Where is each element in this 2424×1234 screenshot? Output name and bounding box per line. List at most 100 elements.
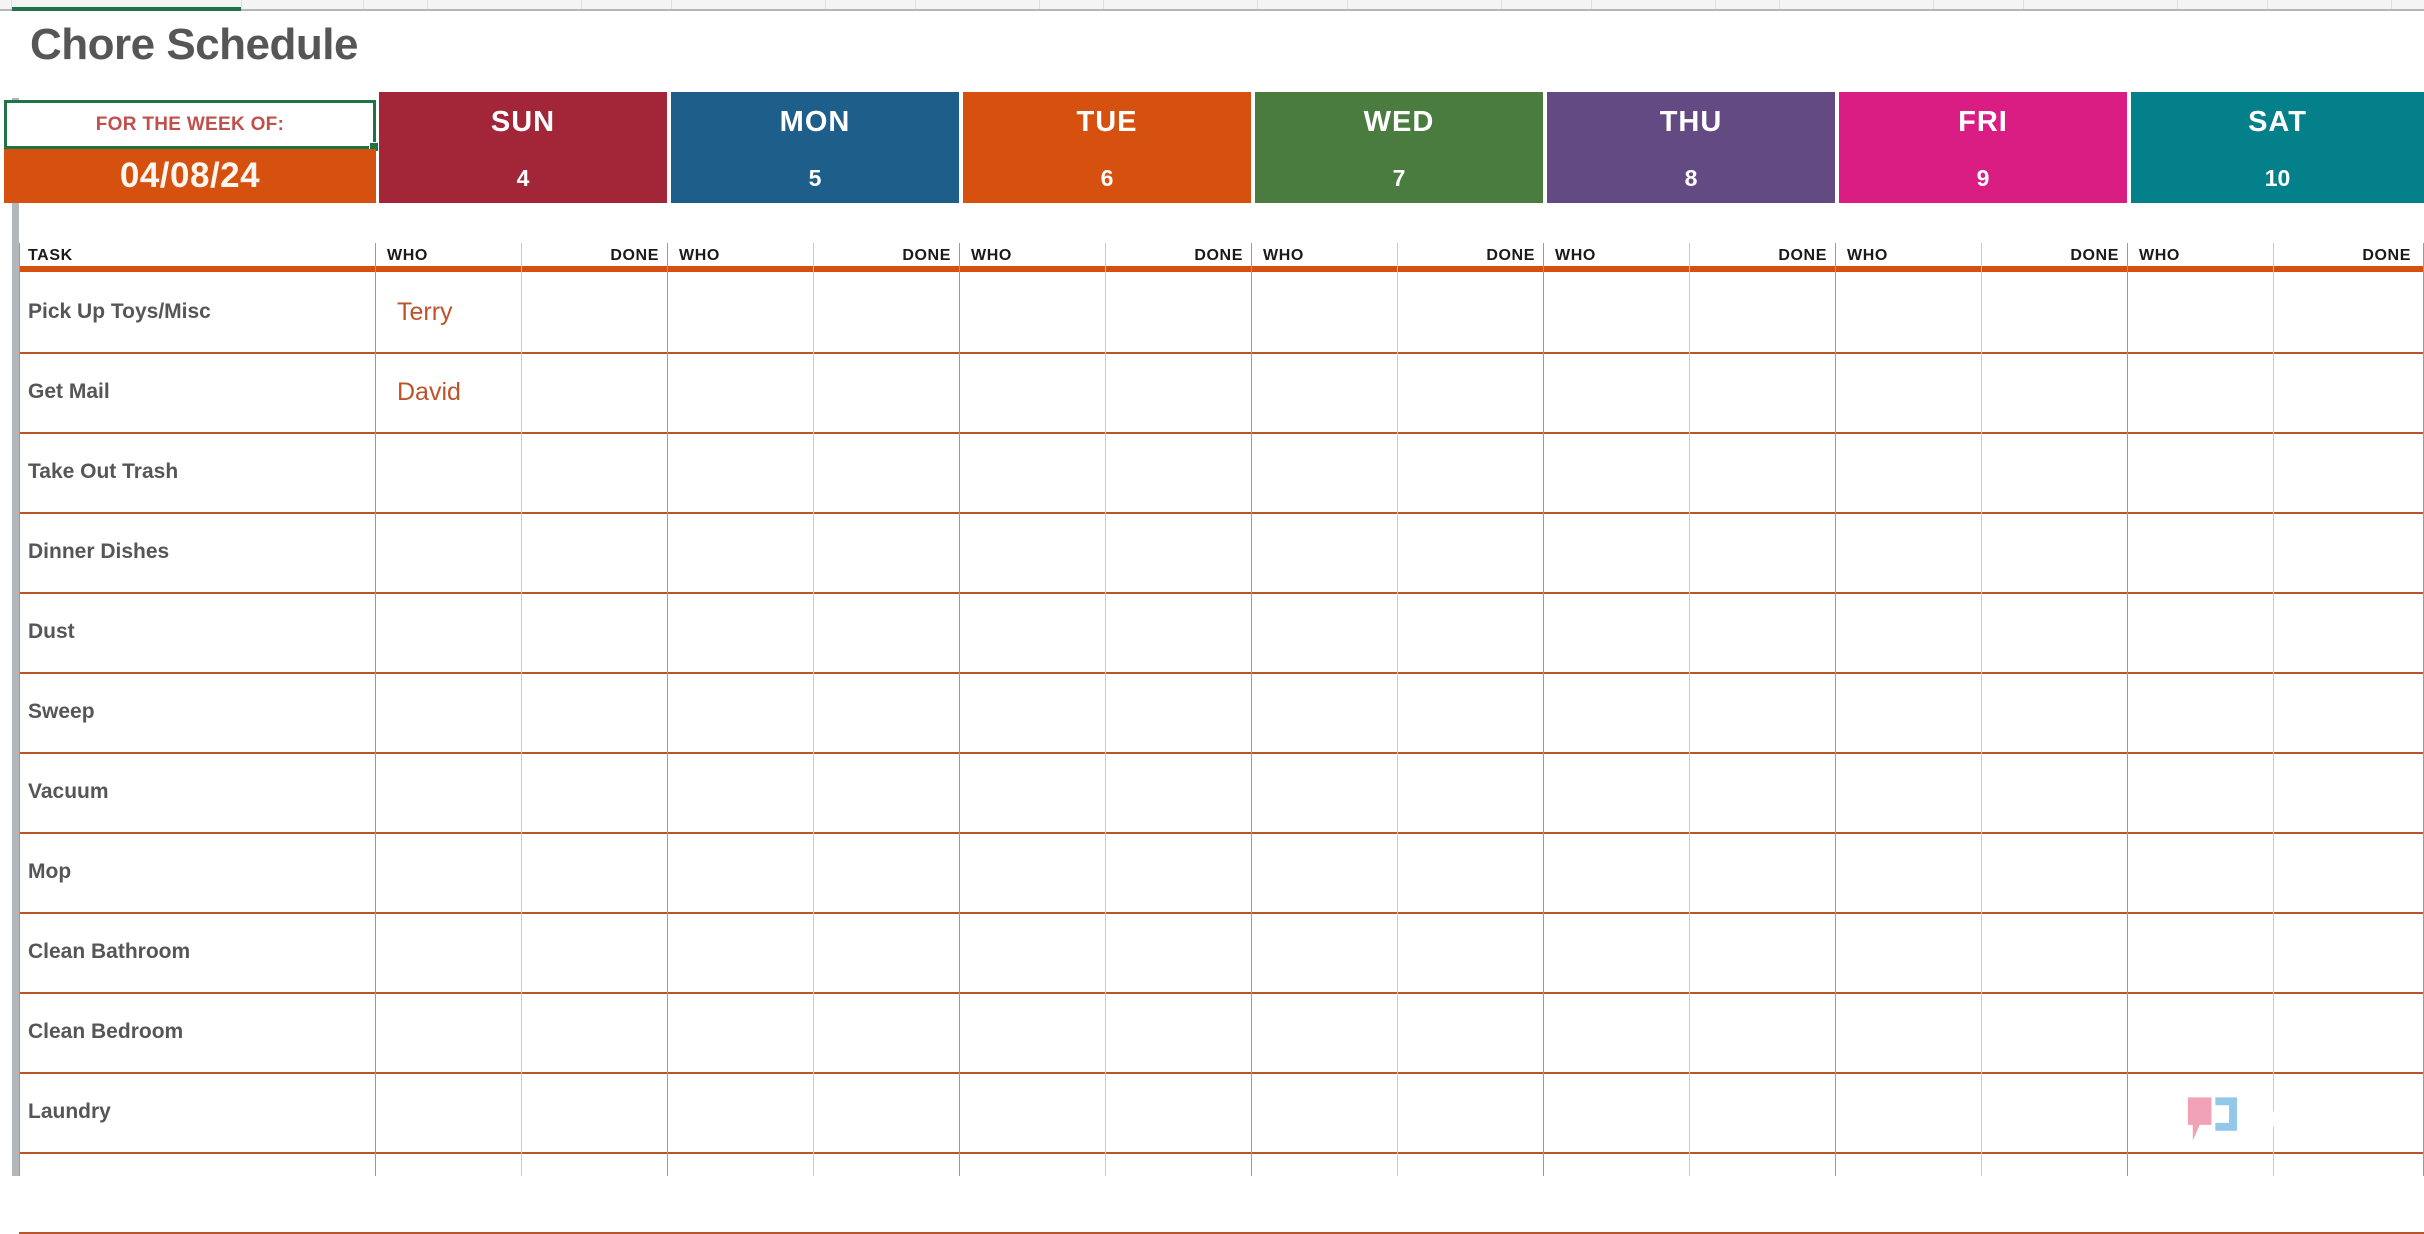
who-cell[interactable] <box>963 1152 1109 1232</box>
who-cell[interactable] <box>2131 672 2277 752</box>
who-cell[interactable] <box>1547 912 1693 992</box>
who-cell[interactable] <box>1255 272 1401 352</box>
done-cell[interactable] <box>1693 992 1839 1072</box>
who-cell[interactable] <box>963 992 1109 1072</box>
done-cell[interactable] <box>525 752 671 832</box>
done-cell[interactable] <box>2277 832 2423 912</box>
done-cell[interactable] <box>1401 832 1547 912</box>
who-cell[interactable] <box>1547 272 1693 352</box>
task-name-cell[interactable]: Mop <box>28 832 368 912</box>
who-cell[interactable] <box>1547 352 1693 432</box>
done-cell[interactable] <box>1109 752 1255 832</box>
done-cell[interactable] <box>2277 1152 2423 1232</box>
done-cell[interactable] <box>1693 512 1839 592</box>
task-name-cell[interactable]: Vacuum <box>28 752 368 832</box>
who-cell[interactable] <box>963 752 1109 832</box>
who-cell[interactable] <box>671 1072 817 1152</box>
who-cell[interactable] <box>379 752 525 832</box>
who-cell[interactable] <box>2131 512 2277 592</box>
done-cell[interactable] <box>1109 592 1255 672</box>
done-cell[interactable] <box>1693 1072 1839 1152</box>
done-cell[interactable] <box>1985 592 2131 672</box>
who-cell[interactable] <box>963 672 1109 752</box>
who-cell[interactable] <box>1547 432 1693 512</box>
done-cell[interactable] <box>1693 912 1839 992</box>
who-cell[interactable]: Terry <box>379 272 525 352</box>
done-cell[interactable] <box>1401 1072 1547 1152</box>
done-cell[interactable] <box>817 512 963 592</box>
done-cell[interactable] <box>525 592 671 672</box>
who-cell[interactable] <box>1255 752 1401 832</box>
who-cell[interactable] <box>963 912 1109 992</box>
done-cell[interactable] <box>817 912 963 992</box>
done-cell[interactable] <box>1109 512 1255 592</box>
done-cell[interactable] <box>1109 1152 1255 1232</box>
done-cell[interactable] <box>1985 912 2131 992</box>
done-cell[interactable] <box>1985 432 2131 512</box>
done-cell[interactable] <box>1693 832 1839 912</box>
done-cell[interactable] <box>2277 352 2423 432</box>
who-cell[interactable] <box>671 1152 817 1232</box>
done-cell[interactable] <box>1693 592 1839 672</box>
done-cell[interactable] <box>1401 352 1547 432</box>
who-cell[interactable] <box>671 752 817 832</box>
who-cell[interactable] <box>1547 1152 1693 1232</box>
who-cell[interactable] <box>1255 1152 1401 1232</box>
task-name-cell[interactable]: Get Mail <box>28 352 368 432</box>
who-cell[interactable] <box>379 1152 525 1232</box>
task-name-cell[interactable] <box>28 1152 368 1232</box>
who-cell[interactable] <box>963 512 1109 592</box>
who-cell[interactable] <box>963 432 1109 512</box>
done-cell[interactable] <box>1401 672 1547 752</box>
who-cell[interactable] <box>671 672 817 752</box>
task-name-cell[interactable]: Clean Bathroom <box>28 912 368 992</box>
done-cell[interactable] <box>2277 672 2423 752</box>
done-cell[interactable] <box>1401 592 1547 672</box>
who-cell[interactable] <box>1255 912 1401 992</box>
who-cell[interactable] <box>1839 1152 1985 1232</box>
who-cell[interactable] <box>963 1072 1109 1152</box>
done-cell[interactable] <box>2277 752 2423 832</box>
who-cell[interactable] <box>1839 752 1985 832</box>
who-cell[interactable] <box>2131 832 2277 912</box>
done-cell[interactable] <box>2277 592 2423 672</box>
done-cell[interactable] <box>525 272 671 352</box>
done-cell[interactable] <box>525 672 671 752</box>
who-cell[interactable] <box>2131 912 2277 992</box>
task-name-cell[interactable]: Pick Up Toys/Misc <box>28 272 368 352</box>
who-cell[interactable] <box>671 272 817 352</box>
task-name-cell[interactable]: Sweep <box>28 672 368 752</box>
done-cell[interactable] <box>1109 672 1255 752</box>
done-cell[interactable] <box>525 512 671 592</box>
done-cell[interactable] <box>1985 992 2131 1072</box>
who-cell[interactable] <box>379 672 525 752</box>
who-cell[interactable] <box>1839 832 1985 912</box>
done-cell[interactable] <box>817 1152 963 1232</box>
done-cell[interactable] <box>817 592 963 672</box>
who-cell[interactable] <box>1839 912 1985 992</box>
day-header-sun[interactable]: SUN4 <box>379 92 667 203</box>
done-cell[interactable] <box>1109 352 1255 432</box>
day-header-thu[interactable]: THU8 <box>1547 92 1835 203</box>
done-cell[interactable] <box>1985 1072 2131 1152</box>
done-cell[interactable] <box>817 272 963 352</box>
done-cell[interactable] <box>817 672 963 752</box>
week-of-label-cell[interactable]: FOR THE WEEK OF: <box>4 100 376 149</box>
who-cell[interactable] <box>671 992 817 1072</box>
done-cell[interactable] <box>1985 352 2131 432</box>
who-cell[interactable] <box>1255 1072 1401 1152</box>
day-header-wed[interactable]: WED7 <box>1255 92 1543 203</box>
done-cell[interactable] <box>1985 512 2131 592</box>
done-cell[interactable] <box>817 432 963 512</box>
task-name-cell[interactable]: Dinner Dishes <box>28 512 368 592</box>
who-cell[interactable] <box>379 512 525 592</box>
done-cell[interactable] <box>525 832 671 912</box>
done-cell[interactable] <box>1693 1152 1839 1232</box>
week-of-date-cell[interactable]: 04/08/24 <box>4 149 376 203</box>
done-cell[interactable] <box>817 352 963 432</box>
day-header-sat[interactable]: SAT10 <box>2131 92 2424 203</box>
done-cell[interactable] <box>1693 752 1839 832</box>
done-cell[interactable] <box>525 432 671 512</box>
task-name-cell[interactable]: Clean Bedroom <box>28 992 368 1072</box>
done-cell[interactable] <box>2277 272 2423 352</box>
